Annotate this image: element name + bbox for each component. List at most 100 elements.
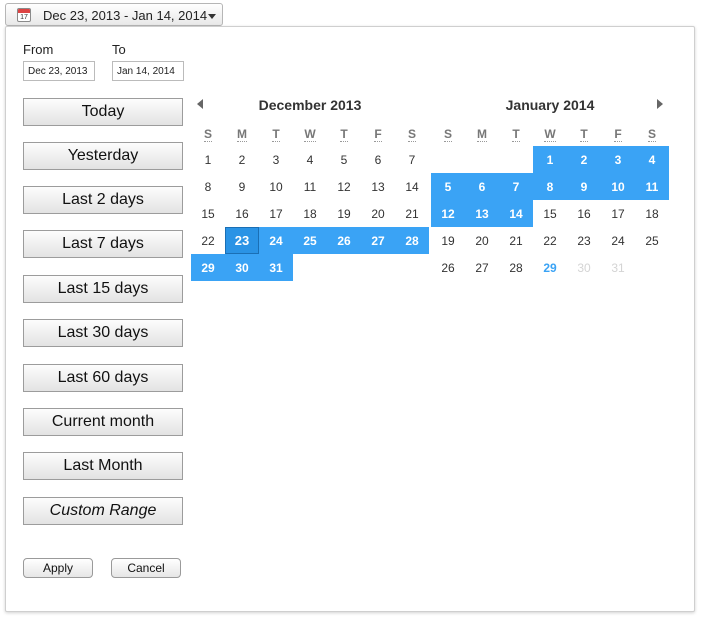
calendar-week-row: 22 23 24 25 26 27 28	[191, 227, 429, 254]
calendar-day[interactable]: 18	[293, 200, 327, 227]
month-title-january: January 2014	[505, 97, 595, 113]
weekday-header: T	[272, 127, 280, 142]
to-label: To	[112, 42, 126, 57]
calendar-day[interactable]: 13	[361, 173, 395, 200]
calendar-day[interactable]: 10	[259, 173, 293, 200]
calendar-day[interactable]: 9	[567, 173, 601, 200]
calendar-day[interactable]: 3	[259, 146, 293, 173]
calendar-day[interactable]: 8	[533, 173, 567, 200]
cancel-button[interactable]: Cancel	[111, 558, 181, 578]
empty-day-cell	[395, 254, 429, 281]
calendar-day[interactable]: 14	[499, 200, 533, 227]
calendar-day[interactable]: 4	[293, 146, 327, 173]
calendar-day[interactable]: 20	[465, 227, 499, 254]
calendar-day[interactable]: 25	[635, 227, 669, 254]
calendar-week-row: 26 27 28 29 30 31	[431, 254, 669, 281]
calendar-day[interactable]: 7	[499, 173, 533, 200]
range-current-month-button[interactable]: Current month	[23, 408, 183, 436]
apply-button[interactable]: Apply	[23, 558, 93, 578]
calendar-day[interactable]: 24	[601, 227, 635, 254]
calendar-day[interactable]: 12	[327, 173, 361, 200]
calendar-day[interactable]: 5	[327, 146, 361, 173]
calendar-day[interactable]: 4	[635, 146, 669, 173]
range-last-15-days-button[interactable]: Last 15 days	[23, 275, 183, 303]
calendar-week-row: 15 16 17 18 19 20 21	[191, 200, 429, 227]
calendar-day[interactable]: 18	[635, 200, 669, 227]
calendar-day[interactable]: 24	[259, 227, 293, 254]
calendar-week-row: 29 30 31	[191, 254, 429, 281]
range-last-60-days-button[interactable]: Last 60 days	[23, 364, 183, 392]
empty-day-cell	[499, 146, 533, 173]
calendar-day[interactable]: 26	[431, 254, 465, 281]
range-last-month-button[interactable]: Last Month	[23, 452, 183, 480]
to-date-input[interactable]	[112, 61, 184, 81]
calendar-day[interactable]: 7	[395, 146, 429, 173]
weekday-header: S	[443, 127, 452, 142]
calendar-day[interactable]: 27	[361, 227, 395, 254]
calendar-day[interactable]: 13	[465, 200, 499, 227]
calendar-week-row: 1234567	[191, 146, 429, 173]
caret-down-icon	[208, 14, 216, 19]
calendar-day[interactable]: 2	[225, 146, 259, 173]
calendar-day[interactable]: 1	[191, 146, 225, 173]
calendar-day[interactable]: 8	[191, 173, 225, 200]
calendar-day[interactable]: 23	[225, 227, 259, 254]
calendar-day[interactable]: 22	[533, 227, 567, 254]
range-custom-button[interactable]: Custom Range	[23, 497, 183, 525]
weekday-header: T	[340, 127, 348, 142]
weekday-header: F	[374, 127, 382, 142]
calendar-day[interactable]: 17	[259, 200, 293, 227]
calendar-day[interactable]: 16	[225, 200, 259, 227]
calendar-day[interactable]: 11	[635, 173, 669, 200]
calendar-day[interactable]: 21	[499, 227, 533, 254]
from-date-input[interactable]	[23, 61, 95, 81]
calendar-day[interactable]: 29	[191, 254, 225, 281]
calendar-day[interactable]: 20	[361, 200, 395, 227]
calendar-day[interactable]: 19	[431, 227, 465, 254]
weekday-header: F	[614, 127, 622, 142]
calendar-day[interactable]: 17	[601, 200, 635, 227]
calendar-icon: 17	[17, 8, 31, 22]
calendar-day[interactable]: 21	[395, 200, 429, 227]
calendar-day[interactable]: 5	[431, 173, 465, 200]
empty-day-cell	[361, 254, 395, 281]
calendar-day[interactable]: 31	[259, 254, 293, 281]
calendar-day[interactable]: 11	[293, 173, 327, 200]
calendar-week-row: 5 6 7 8 9 10 11	[431, 173, 669, 200]
calendar-day[interactable]: 6	[361, 146, 395, 173]
calendar-day[interactable]: 22	[191, 227, 225, 254]
calendar-day[interactable]: 15	[191, 200, 225, 227]
calendar-day[interactable]: 16	[567, 200, 601, 227]
calendar-day[interactable]: 1	[533, 146, 567, 173]
calendar-day[interactable]: 12	[431, 200, 465, 227]
empty-day-cell	[431, 146, 465, 173]
calendar-day[interactable]: 3	[601, 146, 635, 173]
date-range-picker-panel: From To Today Yesterday Last 2 days Last…	[5, 26, 695, 612]
calendar-day[interactable]: 27	[465, 254, 499, 281]
calendar-day[interactable]: 14	[395, 173, 429, 200]
calendar-day[interactable]: 25	[293, 227, 327, 254]
calendar-day[interactable]: 2	[567, 146, 601, 173]
calendar-day[interactable]: 30	[225, 254, 259, 281]
calendar-day[interactable]: 15	[533, 200, 567, 227]
range-last-7-days-button[interactable]: Last 7 days	[23, 230, 183, 258]
range-today-button[interactable]: Today	[23, 98, 183, 126]
range-last-2-days-button[interactable]: Last 2 days	[23, 186, 183, 214]
date-range-trigger[interactable]: 17 Dec 23, 2013 - Jan 14, 2014	[5, 3, 223, 26]
weekday-header: M	[237, 127, 247, 142]
calendar-day[interactable]: 10	[601, 173, 635, 200]
calendar-day[interactable]: 26	[327, 227, 361, 254]
calendar-day[interactable]: 29	[533, 254, 567, 281]
calendar-day[interactable]: 6	[465, 173, 499, 200]
calendar-day[interactable]: 28	[395, 227, 429, 254]
calendar-day[interactable]: 30	[567, 254, 601, 281]
calendar-day[interactable]: 9	[225, 173, 259, 200]
calendar-day[interactable]: 28	[499, 254, 533, 281]
calendar-day[interactable]: 31	[601, 254, 635, 281]
range-last-30-days-button[interactable]: Last 30 days	[23, 319, 183, 347]
range-yesterday-button[interactable]: Yesterday	[23, 142, 183, 170]
empty-day-cell	[293, 254, 327, 281]
from-label: From	[23, 42, 54, 57]
calendar-day[interactable]: 19	[327, 200, 361, 227]
calendar-day[interactable]: 23	[567, 227, 601, 254]
